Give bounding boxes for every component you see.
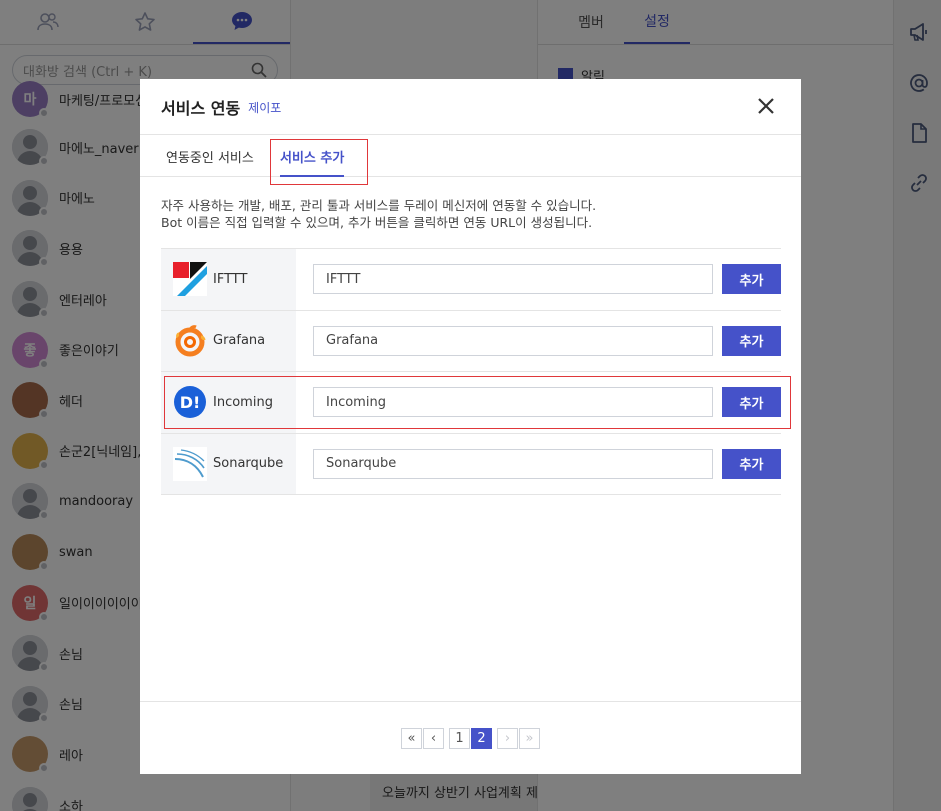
highlight-box-incoming [164,376,791,429]
service-controls: 추가 [296,434,781,495]
description-line-1: 자주 사용하는 개발, 배포, 관리 툴과 서비스를 두레이 메신저에 연동할 … [161,198,597,213]
modal-header: 서비스 연동 제이포 [140,79,801,135]
next-page-button[interactable]: › [497,728,518,749]
service-row-grafana: Grafana 추가 [161,310,781,372]
service-controls: 추가 [296,311,781,372]
description: 자주 사용하는 개발, 배포, 관리 툴과 서비스를 두레이 메신저에 연동할 … [161,197,596,231]
add-button-ifttt[interactable]: 추가 [722,264,781,295]
pagination: « ‹ 1 2 › » [401,728,541,749]
highlight-box-tab [270,139,368,185]
service-info: IFTTT [161,249,296,310]
service-name: IFTTT [213,271,248,287]
add-button-grafana[interactable]: 추가 [722,325,781,356]
grafana-logo-icon [175,324,206,357]
modal-subtitle: 제이포 [248,101,282,115]
modal-tabs: 연동중인 서비스 서비스 추가 [140,135,801,177]
sonarqube-logo-icon [173,446,207,481]
page-2-button[interactable]: 2 [471,728,492,749]
last-page-button[interactable]: » [519,728,540,749]
modal-title: 서비스 연동 [161,98,241,118]
bot-name-input-sonarqube[interactable] [313,448,713,479]
service-info: Sonarqube [161,433,296,494]
service-controls: 추가 [296,249,781,310]
prev-page-button[interactable]: ‹ [423,728,444,749]
bot-name-input-ifttt[interactable] [313,264,713,295]
modal-footer: « ‹ 1 2 › » [140,701,801,774]
service-name: Sonarqube [213,456,284,472]
add-button-sonarqube[interactable]: 추가 [722,448,781,479]
service-integration-modal: 서비스 연동 제이포 연동중인 서비스 서비스 추가 자주 사용하는 개발, 배… [140,79,801,774]
ifttt-logo-icon [173,262,207,297]
description-line-2: Bot 이름은 직접 입력할 수 있으며, 추가 버튼을 클릭하면 연동 URL… [161,215,593,230]
service-name: Grafana [213,333,266,349]
service-row-sonarqube: Sonarqube 추가 [161,433,781,495]
service-table: IFTTT 추가 Grafana 추가 D! Incoming [161,248,781,495]
service-info: Grafana [161,310,296,371]
page-1-button[interactable]: 1 [449,728,470,749]
bot-name-input-grafana[interactable] [313,325,713,356]
service-row-ifttt: IFTTT 추가 [161,249,781,311]
first-page-button[interactable]: « [401,728,422,749]
close-icon[interactable] [755,95,777,117]
tab-connected-services[interactable]: 연동중인 서비스 [166,135,254,177]
